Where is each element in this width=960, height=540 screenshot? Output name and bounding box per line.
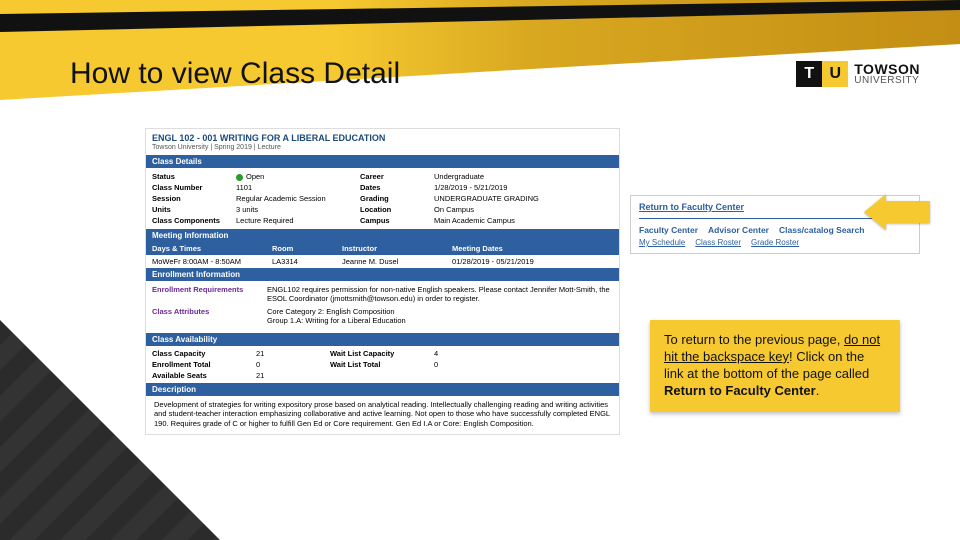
meet-instr: Jeanne M. Dusel	[342, 257, 452, 266]
meet-dates: 01/28/2019 - 05/21/2019	[452, 257, 613, 266]
subtab-grade-roster[interactable]: Grade Roster	[751, 238, 799, 247]
meeting-cols: Days & Times Room Instructor Meeting Dat…	[146, 242, 619, 255]
meet-room: LA3314	[272, 257, 342, 266]
lbl-units: Units	[152, 205, 232, 214]
slide-title: How to view Class Detail	[70, 57, 400, 91]
hdr-avail: Class Availability	[146, 333, 619, 346]
lbl-career: Career	[360, 172, 430, 181]
callout-arrow-icon	[864, 194, 930, 230]
towson-logo: T U TOWSON UNIVERSITY	[796, 61, 920, 87]
slide-header: How to view Class Detail T U TOWSON UNIV…	[0, 44, 960, 104]
tab-faculty-center[interactable]: Faculty Center	[639, 225, 698, 235]
col-mdates: Meeting Dates	[452, 244, 613, 253]
logo-line2: UNIVERSITY	[854, 76, 920, 86]
val-tot: 0	[256, 360, 326, 369]
status-text: Open	[246, 172, 264, 181]
meeting-row: MoWeFr 8:00AM - 8:50AM LA3314 Jeanne M. …	[146, 255, 619, 268]
val-status: Open	[236, 172, 356, 181]
lbl-grading: Grading	[360, 194, 430, 203]
hdr-desc: Description	[146, 383, 619, 396]
availability-grid: Class Capacity 21 Wait List Capacity 4 E…	[146, 346, 619, 383]
meet-days: MoWeFr 8:00AM - 8:50AM	[152, 257, 272, 266]
val-career: Undergraduate	[434, 172, 613, 181]
lbl-wlcap: Wait List Capacity	[330, 349, 430, 358]
subtab-class-roster[interactable]: Class Roster	[695, 238, 741, 247]
logo-line1: TOWSON	[854, 63, 920, 76]
open-status-icon	[236, 174, 243, 181]
val-grading: UNDERGRADUATE GRADING	[434, 194, 613, 203]
tab-advisor-center[interactable]: Advisor Center	[708, 225, 769, 235]
val-campus: Main Academic Campus	[434, 216, 613, 225]
attr2: Group 1.A: Writing for a Liberal Educati…	[267, 316, 406, 325]
enroll-block: Enrollment Requirements ENGL102 requires…	[146, 281, 619, 333]
lbl-campus: Campus	[360, 216, 430, 225]
hdr-enroll: Enrollment Information	[146, 268, 619, 281]
attr1: Core Category 2: English Composition	[267, 307, 395, 316]
instruction-callout: To return to the previous page, do not h…	[650, 320, 900, 412]
val-dates: 1/28/2019 - 5/21/2019	[434, 183, 613, 192]
logo-t: T	[796, 61, 822, 87]
hdr-class-details: Class Details	[146, 155, 619, 168]
lbl-dates: Dates	[360, 183, 430, 192]
callout-text-5: .	[816, 383, 820, 398]
tab-class-search[interactable]: Class/catalog Search	[779, 225, 865, 235]
val-wltot: 0	[434, 360, 613, 369]
course-sub: Towson University | Spring 2019 | Lectur…	[146, 144, 619, 155]
lbl-cap: Class Capacity	[152, 349, 252, 358]
callout-bold: Return to Faculty Center	[664, 383, 816, 398]
val-wlcap: 4	[434, 349, 613, 358]
lbl-location: Location	[360, 205, 430, 214]
course-title: ENGL 102 - 001 WRITING FOR A LIBERAL EDU…	[146, 129, 619, 144]
val-units: 3 units	[236, 205, 356, 214]
logo-u: U	[822, 61, 848, 87]
class-detail-screenshot: ENGL 102 - 001 WRITING FOR A LIBERAL EDU…	[145, 128, 620, 435]
lbl-session: Session	[152, 194, 232, 203]
val-comp: Lecture Required	[236, 216, 356, 225]
col-days: Days & Times	[152, 244, 272, 253]
class-details-grid: Status Open Career Undergraduate Class N…	[146, 168, 619, 229]
lbl-attr: Class Attributes	[152, 307, 267, 325]
course-description: Development of strategies for writing ex…	[146, 396, 619, 434]
val-attr: Core Category 2: English Composition Gro…	[267, 307, 613, 325]
val-cap: 21	[256, 349, 326, 358]
lbl-tot: Enrollment Total	[152, 360, 252, 369]
nav-subtabs: My Schedule Class Roster Grade Roster	[639, 238, 911, 247]
val-location: On Campus	[434, 205, 613, 214]
val-seats: 21	[256, 371, 326, 380]
lbl-req: Enrollment Requirements	[152, 285, 267, 303]
callout-text-1: To return to the previous page,	[664, 332, 844, 347]
col-instr: Instructor	[342, 244, 452, 253]
hdr-meeting: Meeting Information	[146, 229, 619, 242]
lbl-comp: Class Components	[152, 216, 232, 225]
val-classnum: 1101	[236, 183, 356, 192]
return-link[interactable]: Return to Faculty Center	[639, 202, 744, 212]
val-req: ENGL102 requires permission for non-nati…	[267, 285, 613, 303]
subtab-my-schedule[interactable]: My Schedule	[639, 238, 685, 247]
col-room: Room	[272, 244, 342, 253]
lbl-seats: Available Seats	[152, 371, 252, 380]
val-session: Regular Academic Session	[236, 194, 356, 203]
lbl-classnum: Class Number	[152, 183, 232, 192]
logo-mark: T U	[796, 61, 848, 87]
lbl-wltot: Wait List Total	[330, 360, 430, 369]
lbl-status: Status	[152, 172, 232, 181]
